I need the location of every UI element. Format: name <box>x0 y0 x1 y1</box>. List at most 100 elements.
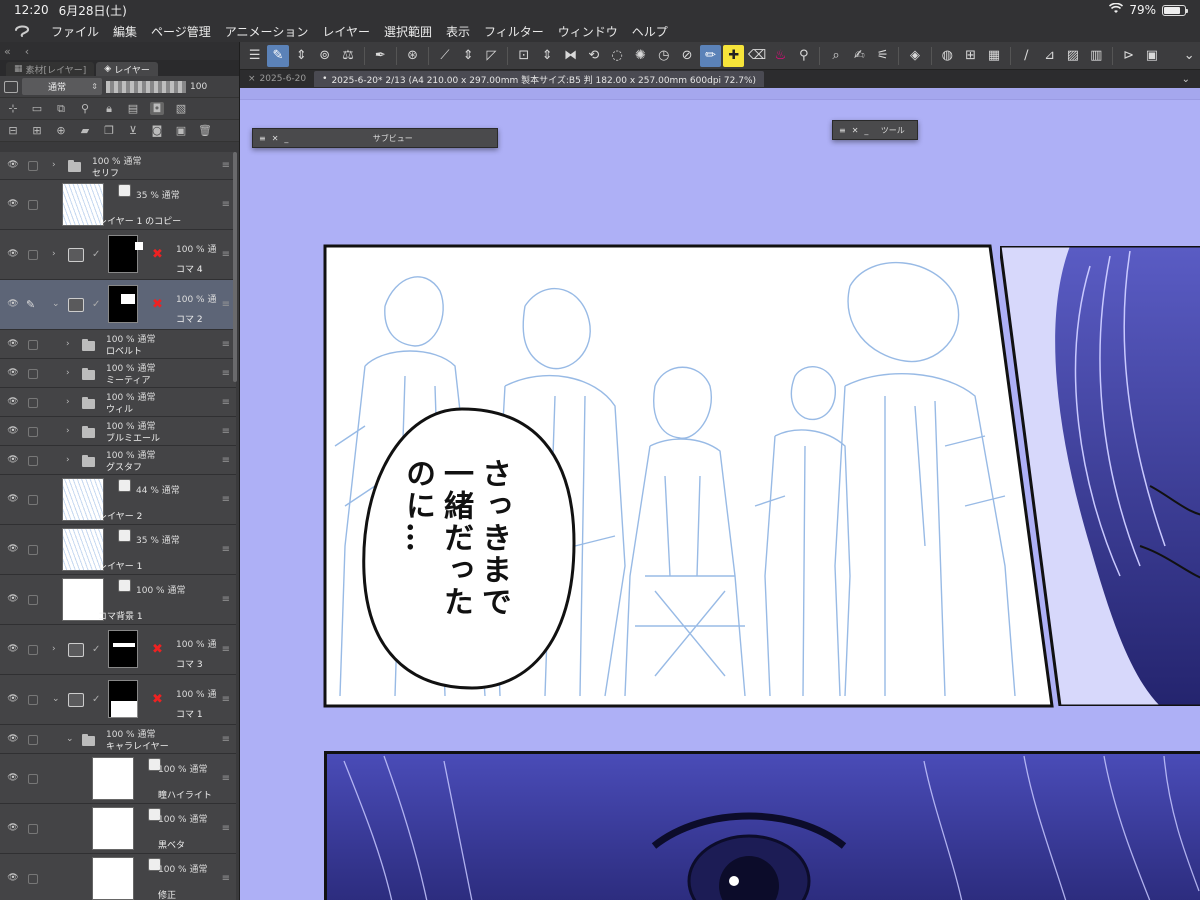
dot-icon[interactable]: • <box>322 74 327 84</box>
link-icon[interactable]: ⊘ <box>676 45 697 67</box>
layer-thumbnail[interactable] <box>92 857 134 900</box>
mask-disabled-icon[interactable]: ✖ <box>152 247 163 262</box>
create-mask-icon[interactable]: ◙ <box>150 124 164 137</box>
ruler-icon[interactable]: ⊹ <box>6 102 20 115</box>
layer-list-scrollbar[interactable] <box>233 152 237 382</box>
layer-checkbox[interactable] <box>28 495 38 505</box>
layer-row[interactable]: 👁︎ ⌄ ✓ ✖ 100 % 通コマ 1 ≡ <box>0 675 236 725</box>
eye-icon[interactable]: 👁︎ <box>6 873 20 883</box>
layer-row[interactable]: 👁︎ › 100 % 通常 ミーティア ≡ <box>0 359 236 388</box>
layer-checkbox[interactable] <box>28 695 38 705</box>
layer-row[interactable]: 👁︎ 100 % 通常 瞳ハイライト ≡ <box>0 754 236 804</box>
layer-checkbox[interactable] <box>28 340 38 350</box>
layer-checkbox[interactable] <box>28 456 38 466</box>
new-raster-layer-icon[interactable]: ⊞ <box>30 124 44 137</box>
tab-material-layer[interactable]: ▦ 素材[レイヤー] <box>6 62 95 76</box>
layer-checkbox[interactable] <box>28 427 38 437</box>
crop-icon[interactable]: ⟋ <box>434 45 455 67</box>
chevron-right-icon[interactable]: › <box>66 368 70 378</box>
menu-page[interactable]: ページ管理 <box>144 23 218 40</box>
copy-layer-icon[interactable]: ❐ <box>102 124 116 137</box>
layer-checkbox[interactable] <box>28 774 38 784</box>
mask-disabled-icon[interactable]: ✖ <box>152 692 163 707</box>
hamburger-icon[interactable]: ≡ <box>222 734 230 745</box>
layer-checkbox[interactable] <box>28 645 38 655</box>
chevron-updown-icon[interactable]: ⇕ <box>536 45 557 67</box>
hamburger-icon[interactable]: ≡ <box>839 126 846 135</box>
hamburger-icon[interactable]: ≡ <box>222 494 230 505</box>
merge-down-icon[interactable]: ⊻ <box>126 124 140 137</box>
hamburger-icon[interactable]: ≡ <box>222 426 230 437</box>
new-vector-layer-icon[interactable]: ⊕ <box>54 124 68 137</box>
doc-tab-2[interactable]: • 2025-6-20* 2/13 (A4 210.00 x 297.00mm … <box>314 71 765 87</box>
eye-icon[interactable]: 👁︎ <box>6 397 20 407</box>
chevron-right-icon[interactable]: › <box>66 397 70 407</box>
lock-alpha-icon[interactable]: ▤ <box>126 102 140 115</box>
hamburger-icon[interactable]: ≡ <box>222 249 230 260</box>
eye-icon[interactable]: 👁︎ <box>6 160 20 170</box>
layer-row[interactable]: 👁︎ 100 % 通常 黒ベタ ≡ <box>0 804 236 854</box>
hamburger-icon[interactable]: ≡ <box>222 594 230 605</box>
ruler-snap-icon[interactable]: ⊿ <box>1039 45 1060 67</box>
chevron-updown-icon[interactable]: ⇕ <box>291 45 312 67</box>
hamburger-icon[interactable]: ≡ <box>222 455 230 466</box>
menu-window[interactable]: ウィンドウ <box>551 23 625 40</box>
eye-icon[interactable]: 👁︎ <box>6 339 20 349</box>
layer-mask-thumbnail[interactable] <box>108 285 138 323</box>
layer-row[interactable]: 👁︎ › 100 % 通常 セリフ ≡ <box>0 152 236 180</box>
chevron-right-icon[interactable]: › <box>66 339 70 349</box>
tab-layer[interactable]: ◈ レイヤー <box>96 62 158 76</box>
grid-view-icon[interactable]: ▦ <box>983 45 1004 67</box>
eraser-icon[interactable]: ⌫ <box>746 45 767 67</box>
layer-row[interactable]: 👁︎ 35 % 通常 レイヤー 1 のコピー ≡ <box>0 180 236 230</box>
sliders-icon[interactable]: ⚟ <box>872 45 893 67</box>
layer-checkbox[interactable] <box>28 200 38 210</box>
minimize-icon[interactable]: _ <box>284 134 288 143</box>
layer-mask-thumbnail[interactable] <box>108 235 143 273</box>
record-icon[interactable]: ⊚ <box>314 45 335 67</box>
hamburger-icon[interactable]: ≡ <box>222 160 230 171</box>
blend-mode-select[interactable]: 通常 ⇕ <box>22 78 102 95</box>
eyedropper-icon[interactable]: ⚲ <box>793 45 814 67</box>
transform-icon[interactable]: ⊡ <box>513 45 534 67</box>
layer-checkbox[interactable] <box>28 250 38 260</box>
layer-mask-thumbnail[interactable] <box>108 630 138 668</box>
layer-color-swatch-icon[interactable] <box>4 80 18 93</box>
lock-icon[interactable]: 🔒︎ <box>102 102 116 116</box>
animation-icon[interactable]: ⊳ <box>1118 45 1139 67</box>
opacity-slider[interactable] <box>106 80 186 93</box>
layer-property-icon[interactable]: ⊟ <box>6 124 20 137</box>
layer-row[interactable]: 👁︎ 35 % 通常 レイヤー 1 ≡ <box>0 525 236 575</box>
eye-icon[interactable]: 👁︎ <box>6 594 20 604</box>
eye-icon[interactable]: 👁︎ <box>6 644 20 654</box>
layer-checkbox[interactable] <box>28 735 38 745</box>
close-icon[interactable]: × <box>248 74 256 84</box>
trash-icon[interactable]: 🗑︎ <box>198 124 212 137</box>
layer-row[interactable]: 👁︎ 100 % 通常 修正 ≡ <box>0 854 236 900</box>
hamburger-icon[interactable]: ≡ <box>259 134 266 143</box>
layer-checkbox[interactable] <box>28 369 38 379</box>
layer-row[interactable]: 👁︎ 100 % 通常 コマ背景 1 ≡ <box>0 575 236 625</box>
hamburger-icon[interactable]: ≡ <box>222 644 230 655</box>
menu-help[interactable]: ヘルプ <box>625 23 675 40</box>
hamburger-icon[interactable]: ≡ <box>222 544 230 555</box>
layer-row[interactable]: 👁︎ ⌄ 100 % 通常 キャラレイヤー ≡ <box>0 725 236 754</box>
selection-pen-icon[interactable]: ✎ <box>267 44 289 67</box>
eye-icon[interactable]: 👁︎ <box>6 368 20 378</box>
pencil-active-icon[interactable]: ✏ <box>699 44 722 67</box>
eye-icon[interactable]: 👁︎ <box>6 199 20 209</box>
menu-animation[interactable]: アニメーション <box>218 23 316 40</box>
app-logo-icon[interactable] <box>0 24 44 38</box>
chevron-down-icon[interactable]: ⌄ <box>1182 74 1200 85</box>
chevron-right-icon[interactable]: › <box>52 644 56 654</box>
layer-row[interactable]: 👁︎ 44 % 通常 レイヤー 2 ≡ <box>0 475 236 525</box>
mask-disabled-icon[interactable]: ✖ <box>152 642 163 657</box>
layer-checkbox[interactable] <box>28 545 38 555</box>
subview-panel[interactable]: ≡ ✕ _ サブビュー <box>252 128 498 148</box>
layer-thumbnail[interactable] <box>92 807 134 850</box>
menu-edit[interactable]: 編集 <box>106 23 144 40</box>
hamburger-icon[interactable]: ≡ <box>222 299 230 310</box>
new-folder-icon[interactable]: ▰ <box>78 124 92 137</box>
doc-tab-1[interactable]: × 2025-6-20 <box>240 71 314 87</box>
edit-layer-icon[interactable]: ✍ <box>849 45 870 67</box>
